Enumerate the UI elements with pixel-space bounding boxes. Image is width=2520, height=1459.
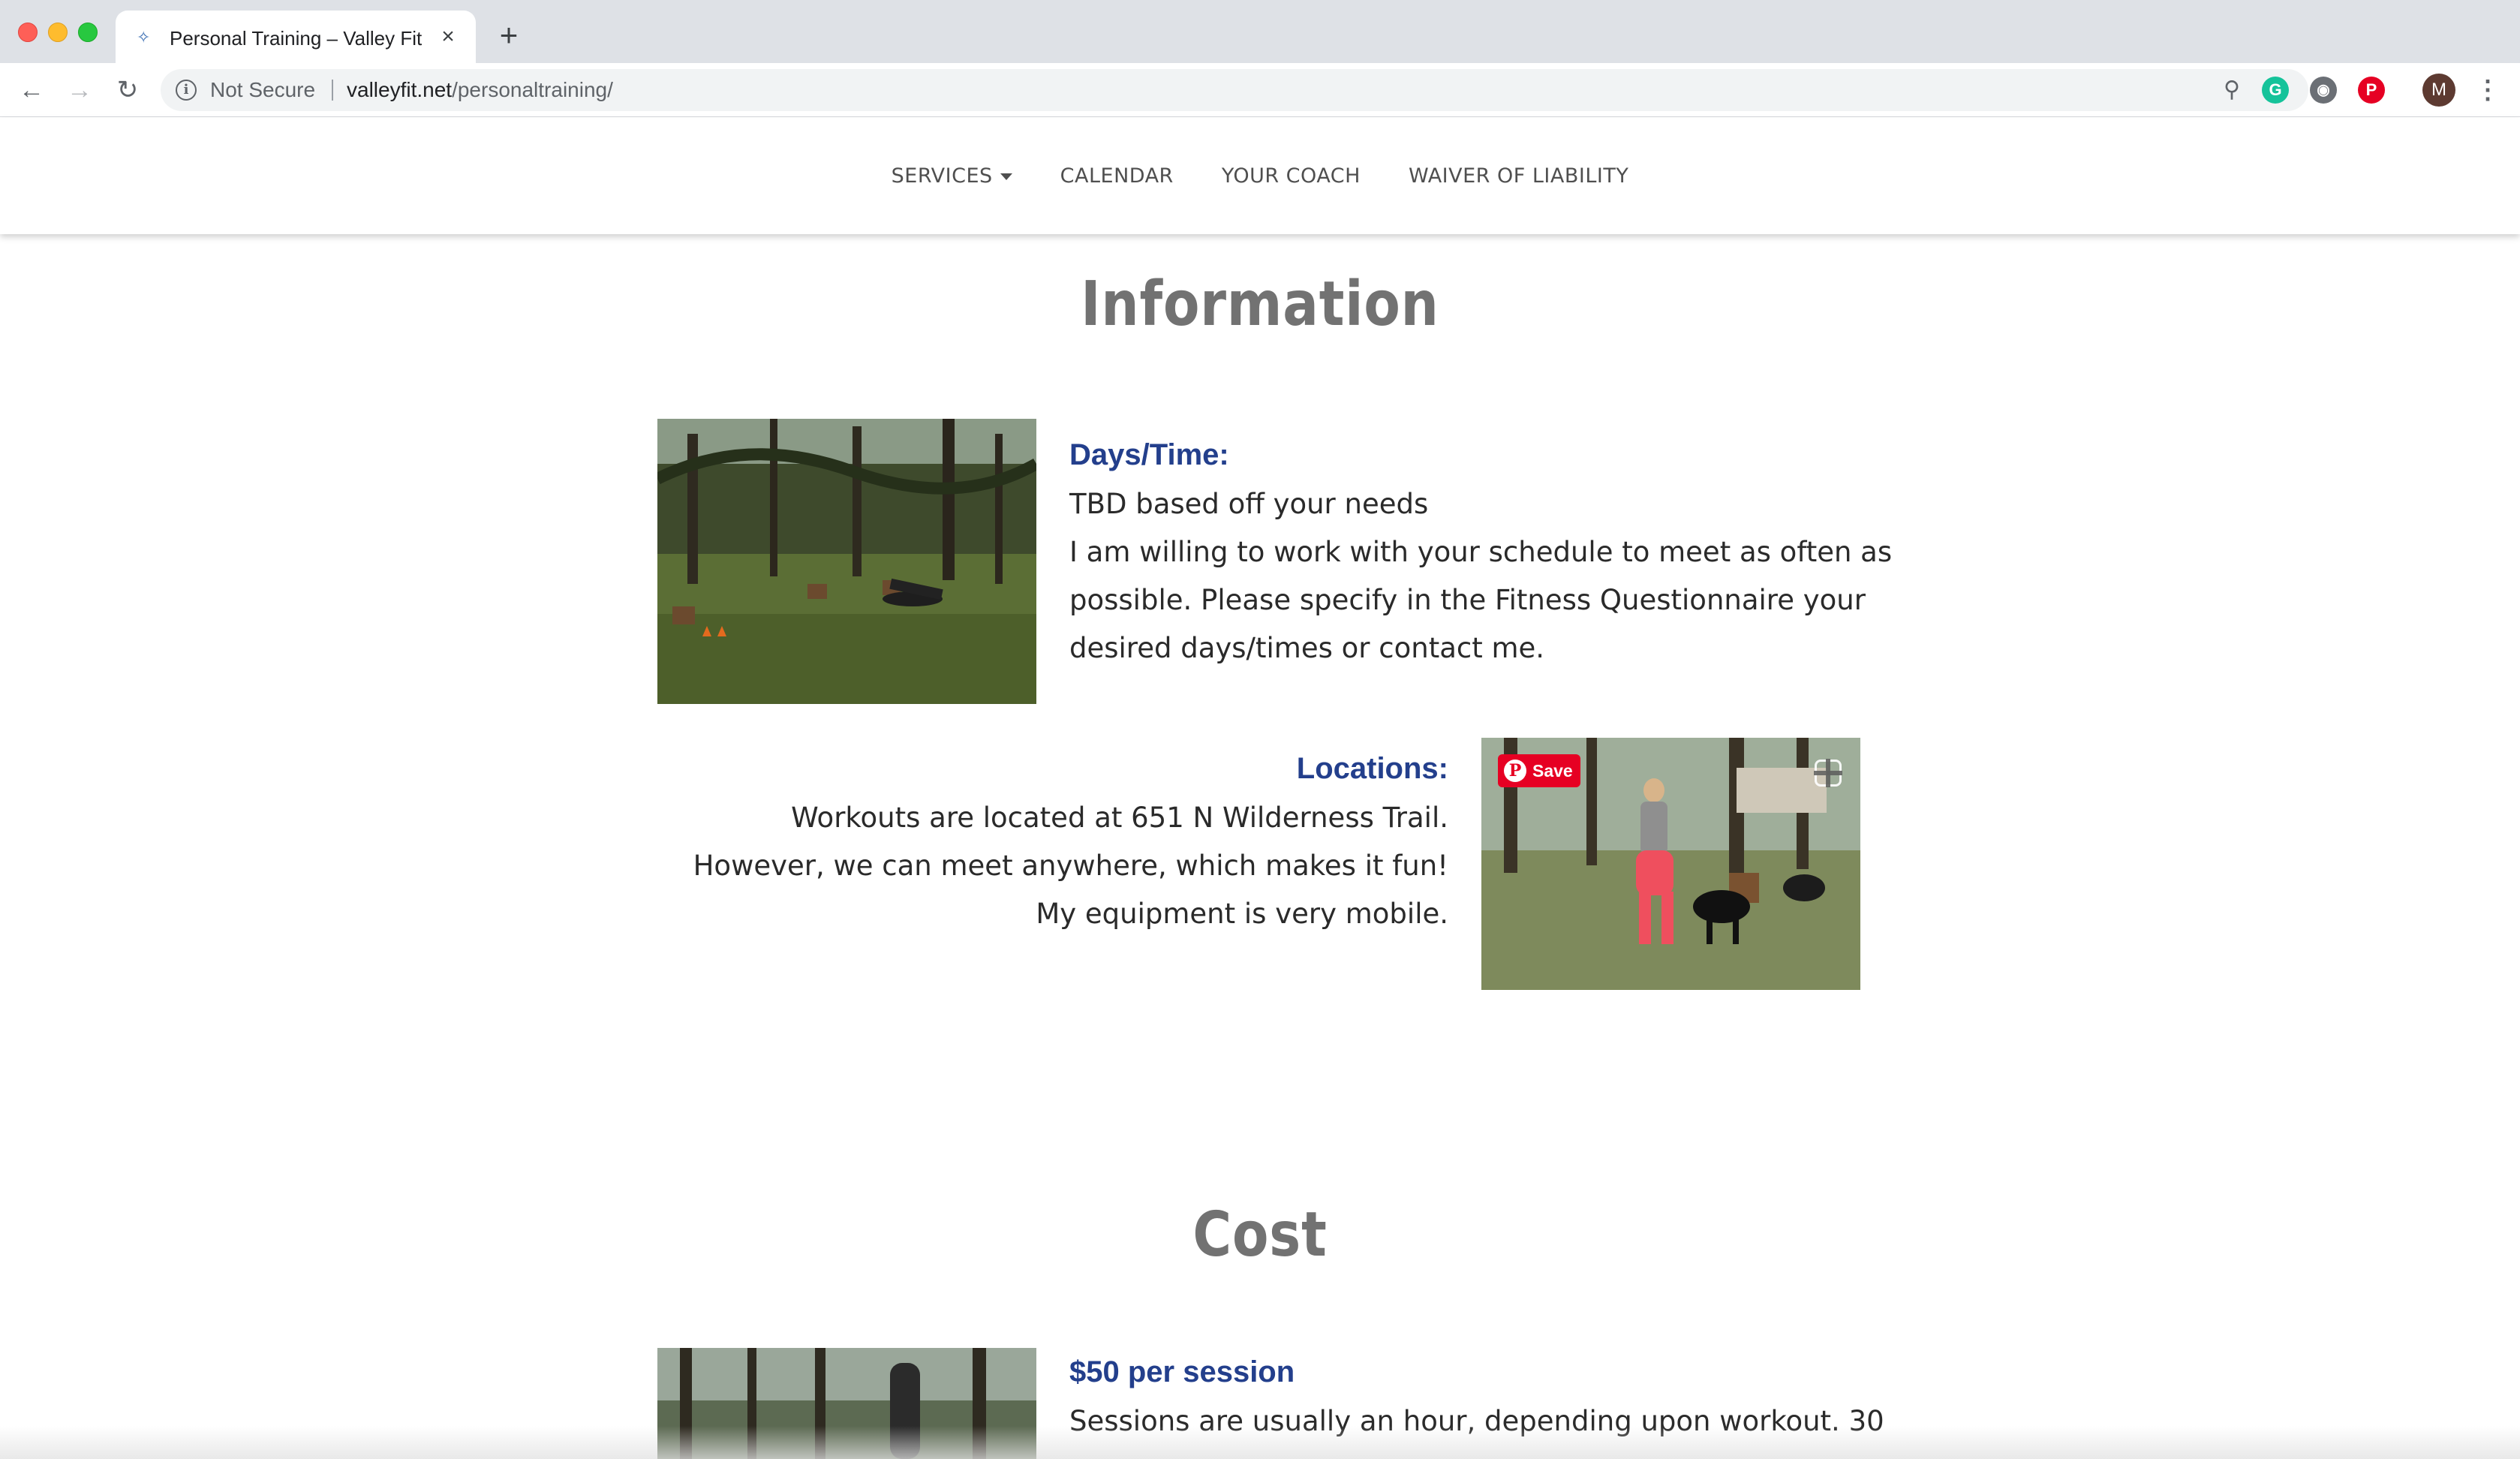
- caret-down-icon: [1000, 173, 1012, 180]
- browser-tab-bar: ✧ Personal Training – Valley Fit Studio …: [0, 0, 2520, 63]
- cost-text: Sessions are usually an hour, depending …: [1069, 1397, 1895, 1445]
- group-workout-photo: [657, 419, 1036, 704]
- locations-line: However, we can meet anywhere, which mak…: [693, 850, 1448, 882]
- pinterest-extension-icon[interactable]: P: [2358, 77, 2385, 104]
- not-secure-label[interactable]: Not Secure: [210, 78, 315, 102]
- information-heading: Information: [1081, 269, 1439, 340]
- url-text[interactable]: valleyfit.net/personaltraining/: [347, 78, 613, 102]
- price-label: $50 per session: [1069, 1355, 1295, 1388]
- days-time-line: I am willing to work with your schedule …: [1069, 536, 1893, 568]
- minimize-window-button[interactable]: [48, 23, 68, 42]
- more-menu-icon[interactable]: ⋮: [2475, 74, 2500, 107]
- days-time-text: TBD based off your needs I am willing to…: [1069, 480, 1895, 672]
- locations-label: Locations:: [1296, 752, 1448, 785]
- pin-save-label: Save: [1532, 761, 1573, 781]
- locations-line: Workouts are located at 651 N Wilderness…: [791, 802, 1448, 834]
- pinterest-save-button[interactable]: P Save: [1498, 754, 1580, 787]
- cost-line: Sessions are usually an hour, depending …: [1069, 1405, 1884, 1437]
- reload-icon[interactable]: ↻: [110, 72, 146, 108]
- locations-line: My equipment is very mobile.: [1036, 898, 1448, 930]
- address-divider: [332, 80, 333, 101]
- back-arrow-icon[interactable]: ←: [14, 72, 50, 108]
- extension-icon[interactable]: ◉: [2310, 77, 2337, 104]
- browser-tab-active[interactable]: ✧ Personal Training – Valley Fit Studio …: [116, 11, 476, 63]
- grammarly-extension-icon[interactable]: G: [2262, 77, 2289, 104]
- pinterest-logo-icon: P: [1504, 760, 1526, 782]
- forward-arrow-icon[interactable]: →: [62, 72, 98, 108]
- cost-heading: Cost: [1192, 1199, 1328, 1271]
- url-host: valleyfit.net: [347, 78, 453, 101]
- maximize-window-button[interactable]: [78, 23, 98, 42]
- zoom-icon[interactable]: ⚲: [2218, 77, 2245, 104]
- nav-your-coach[interactable]: YOUR COACH: [1222, 164, 1361, 188]
- browser-toolbar: ← → ↻ i Not Secure valleyfit.net/persona…: [0, 63, 2520, 117]
- days-time-line: desired days/times or contact me.: [1069, 632, 1545, 664]
- nav-services[interactable]: SERVICES: [892, 164, 1012, 188]
- profile-avatar[interactable]: M: [2422, 74, 2455, 107]
- days-time-line: TBD based off your needs: [1069, 488, 1429, 520]
- url-path: /personaltraining/: [452, 78, 613, 101]
- new-tab-icon[interactable]: +: [491, 18, 527, 54]
- cost-section-photo: [657, 1348, 1036, 1459]
- info-icon[interactable]: i: [176, 80, 197, 101]
- close-tab-icon[interactable]: ×: [435, 24, 461, 50]
- nav-waiver[interactable]: WAIVER OF LIABILITY: [1409, 164, 1628, 188]
- site-navigation: SERVICES CALENDAR YOUR COACH WAIVER OF L…: [0, 118, 2520, 234]
- days-time-label: Days/Time:: [1069, 438, 1229, 471]
- site-favicon-icon: ✧: [137, 28, 151, 47]
- locations-text: Workouts are located at 651 N Wilderness…: [660, 794, 1448, 938]
- days-time-line: possible. Please specify in the Fitness …: [1069, 584, 1866, 616]
- nav-services-label: SERVICES: [891, 164, 993, 188]
- close-window-button[interactable]: [18, 23, 38, 42]
- address-bar[interactable]: i Not Secure valleyfit.net/personaltrain…: [161, 69, 2308, 111]
- nav-calendar[interactable]: CALENDAR: [1060, 164, 1174, 188]
- tab-title: Personal Training – Valley Fit Studio: [170, 27, 425, 50]
- expand-image-icon[interactable]: [1814, 759, 1842, 787]
